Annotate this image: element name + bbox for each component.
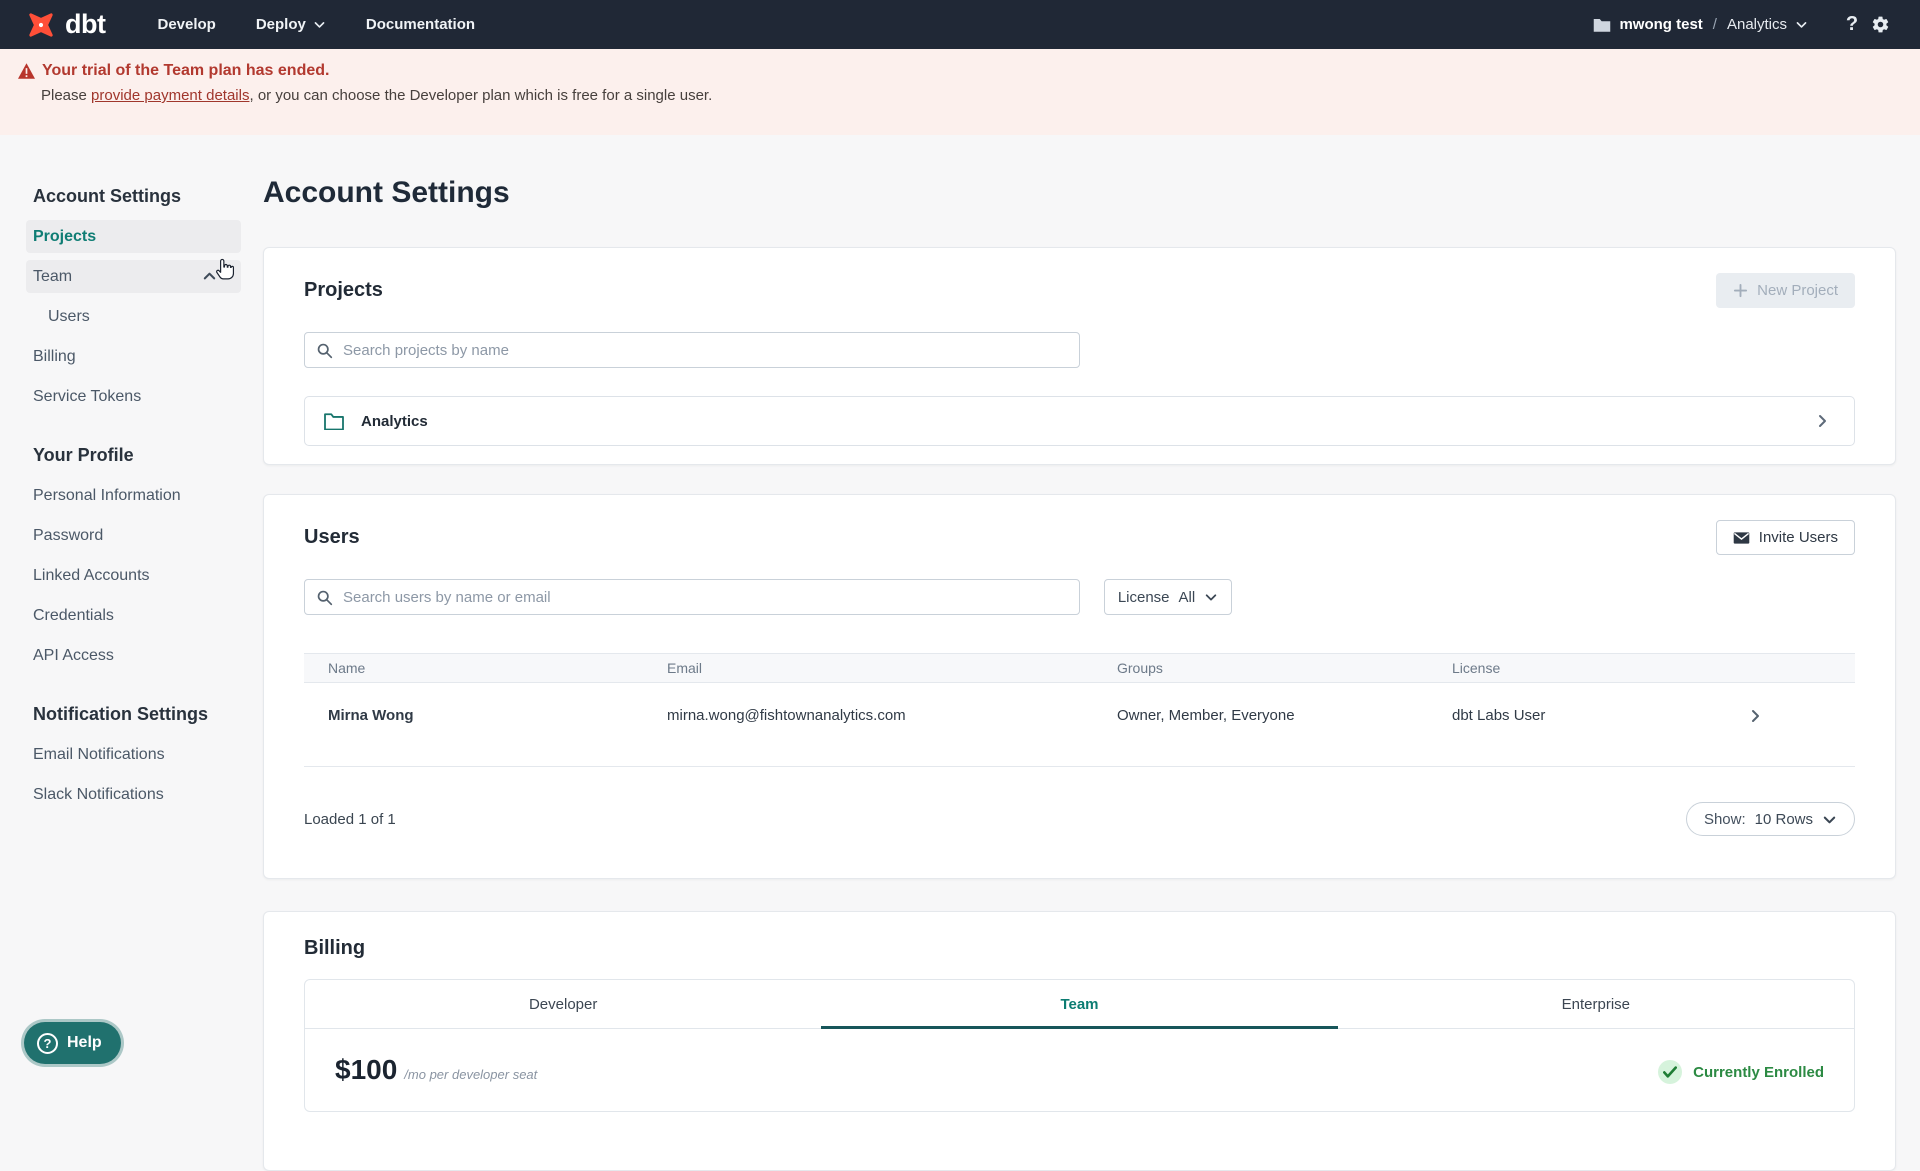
table-row-user[interactable]: Mirna Wong mirna.wong@fishtownanalytics.…	[304, 683, 1855, 767]
sidebar-item-password[interactable]: Password	[26, 519, 241, 552]
show-rows-dropdown[interactable]: Show: 10 Rows	[1685, 802, 1855, 836]
dbt-logo[interactable]: dbt	[26, 9, 106, 40]
primary-nav: Develop Deploy Documentation	[157, 16, 475, 33]
new-project-button[interactable]: New Project	[1716, 273, 1855, 308]
warning-icon	[18, 63, 35, 79]
chevron-down-icon	[1823, 816, 1836, 823]
brand-name: dbt	[65, 9, 106, 39]
chevron-down-icon	[314, 22, 325, 28]
banner-body: Please provide payment details, or you c…	[41, 87, 713, 104]
sidebar-item-projects[interactable]: Projects	[26, 220, 241, 253]
sidebar-item-email-notifications[interactable]: Email Notifications	[26, 738, 241, 771]
enrolled-text: Currently Enrolled	[1693, 1063, 1824, 1081]
envelope-icon	[1733, 531, 1750, 544]
users-table: Name Email Groups License Mirna Wong mir…	[304, 653, 1855, 767]
provide-payment-details-link[interactable]: provide payment details	[91, 87, 249, 104]
tab-enterprise[interactable]: Enterprise	[1338, 980, 1854, 1028]
billing-card: Billing Developer Team Enterprise $100 /…	[263, 911, 1896, 1171]
users-search-input[interactable]	[304, 579, 1080, 615]
show-rows-label: Show:	[1703, 810, 1746, 828]
chevron-down-icon	[1205, 594, 1217, 601]
column-header-email: Email	[667, 660, 703, 676]
user-license-cell: dbt Labs User	[1452, 707, 1546, 724]
projects-card: Projects New Project Search projects by …	[263, 247, 1896, 465]
folder-icon	[1594, 18, 1611, 32]
search-icon	[317, 343, 333, 359]
top-navigation-bar: dbt Develop Deploy Documentation mwong t…	[0, 0, 1920, 49]
column-header-name: Name	[328, 660, 366, 676]
chevron-right-icon	[1655, 707, 1855, 724]
user-name-cell: Mirna Wong	[328, 707, 414, 724]
projects-search	[304, 332, 1080, 368]
billing-plan-tabs: Developer Team Enterprise	[305, 980, 1854, 1029]
license-filter-dropdown[interactable]: License All	[1104, 579, 1232, 615]
column-header-license: License	[1452, 660, 1501, 676]
dbt-logo-icon	[29, 12, 53, 37]
loaded-count-text: Loaded 1 of 1	[304, 810, 396, 828]
sidebar-heading-notification-settings: Notification Settings	[33, 704, 208, 724]
sidebar-heading-account-settings: Account Settings	[33, 186, 182, 206]
folder-icon	[324, 413, 344, 430]
user-email-cell: mirna.wong@fishtownanalytics.com	[667, 707, 906, 724]
nav-develop[interactable]: Develop	[157, 16, 215, 33]
license-filter-value: All	[1178, 588, 1196, 606]
help-icon[interactable]: ?	[1838, 11, 1866, 39]
account-name: mwong test	[1619, 16, 1703, 33]
sidebar-item-credentials[interactable]: Credentials	[26, 599, 241, 632]
banner-title: Your trial of the Team plan has ended.	[42, 62, 330, 79]
users-table-header: Name Email Groups License	[304, 654, 1855, 683]
sidebar-item-billing[interactable]: Billing	[26, 340, 241, 373]
plan-price: $100 /mo per developer seat	[335, 1054, 537, 1086]
billing-section-title: Billing	[304, 937, 366, 959]
tab-developer[interactable]: Developer	[305, 980, 821, 1028]
billing-plans-panel: Developer Team Enterprise $100 /mo per d…	[304, 979, 1855, 1112]
projects-search-input[interactable]	[304, 332, 1080, 368]
plus-icon	[1734, 283, 1748, 298]
chevron-right-icon	[1814, 413, 1830, 429]
sidebar-item-linked-accounts[interactable]: Linked Accounts	[26, 559, 241, 592]
main-content: Account Settings Projects New Project Se…	[263, 175, 1896, 1171]
sidebar-item-service-tokens[interactable]: Service Tokens	[26, 380, 241, 413]
enrollment-status-badge: Currently Enrolled	[1658, 1060, 1824, 1084]
settings-sidebar: Account Settings Projects Team Users Bil…	[26, 186, 241, 818]
chevron-down-icon	[1796, 22, 1807, 28]
check-icon	[1658, 1060, 1683, 1084]
show-rows-value: 10 Rows	[1754, 810, 1813, 828]
account-project-switcher[interactable]: mwong test / Analytics	[1593, 16, 1808, 33]
sidebar-item-slack-notifications[interactable]: Slack Notifications	[26, 778, 241, 811]
users-search	[304, 579, 1080, 615]
users-section-title: Users	[304, 526, 360, 548]
sidebar-item-api-access[interactable]: API Access	[26, 639, 241, 672]
chevron-up-icon	[203, 272, 216, 280]
question-circle-icon: ?	[37, 1032, 58, 1054]
license-filter-label: License	[1117, 588, 1170, 606]
breadcrumb-separator: /	[1712, 16, 1717, 33]
search-icon	[317, 590, 333, 606]
gear-icon[interactable]	[1866, 11, 1894, 39]
projects-section-title: Projects	[304, 279, 383, 301]
column-header-groups: Groups	[1117, 660, 1163, 676]
invite-users-button[interactable]: Invite Users	[1715, 520, 1855, 555]
current-project-name: Analytics	[1726, 16, 1787, 33]
sidebar-heading-your-profile: Your Profile	[33, 445, 134, 465]
price-amount: $100	[335, 1054, 398, 1085]
sidebar-item-team[interactable]: Team	[26, 260, 241, 293]
nav-documentation[interactable]: Documentation	[366, 16, 475, 33]
project-row-analytics[interactable]: Analytics	[304, 396, 1855, 446]
users-card: Users Invite Users Search users by name …	[263, 494, 1896, 879]
help-floating-button[interactable]: ? Help	[24, 1022, 121, 1064]
page-title: Account Settings	[263, 176, 510, 209]
nav-deploy[interactable]: Deploy	[256, 16, 326, 33]
sidebar-item-users[interactable]: Users	[26, 300, 241, 333]
sidebar-item-personal-information[interactable]: Personal Information	[26, 479, 241, 512]
topbar-right: mwong test / Analytics ?	[1593, 11, 1894, 39]
project-name: Analytics	[361, 412, 428, 430]
tab-team[interactable]: Team	[821, 980, 1338, 1029]
user-groups-cell: Owner, Member, Everyone	[1117, 707, 1295, 724]
trial-ended-banner: Your trial of the Team plan has ended. P…	[0, 49, 1920, 135]
